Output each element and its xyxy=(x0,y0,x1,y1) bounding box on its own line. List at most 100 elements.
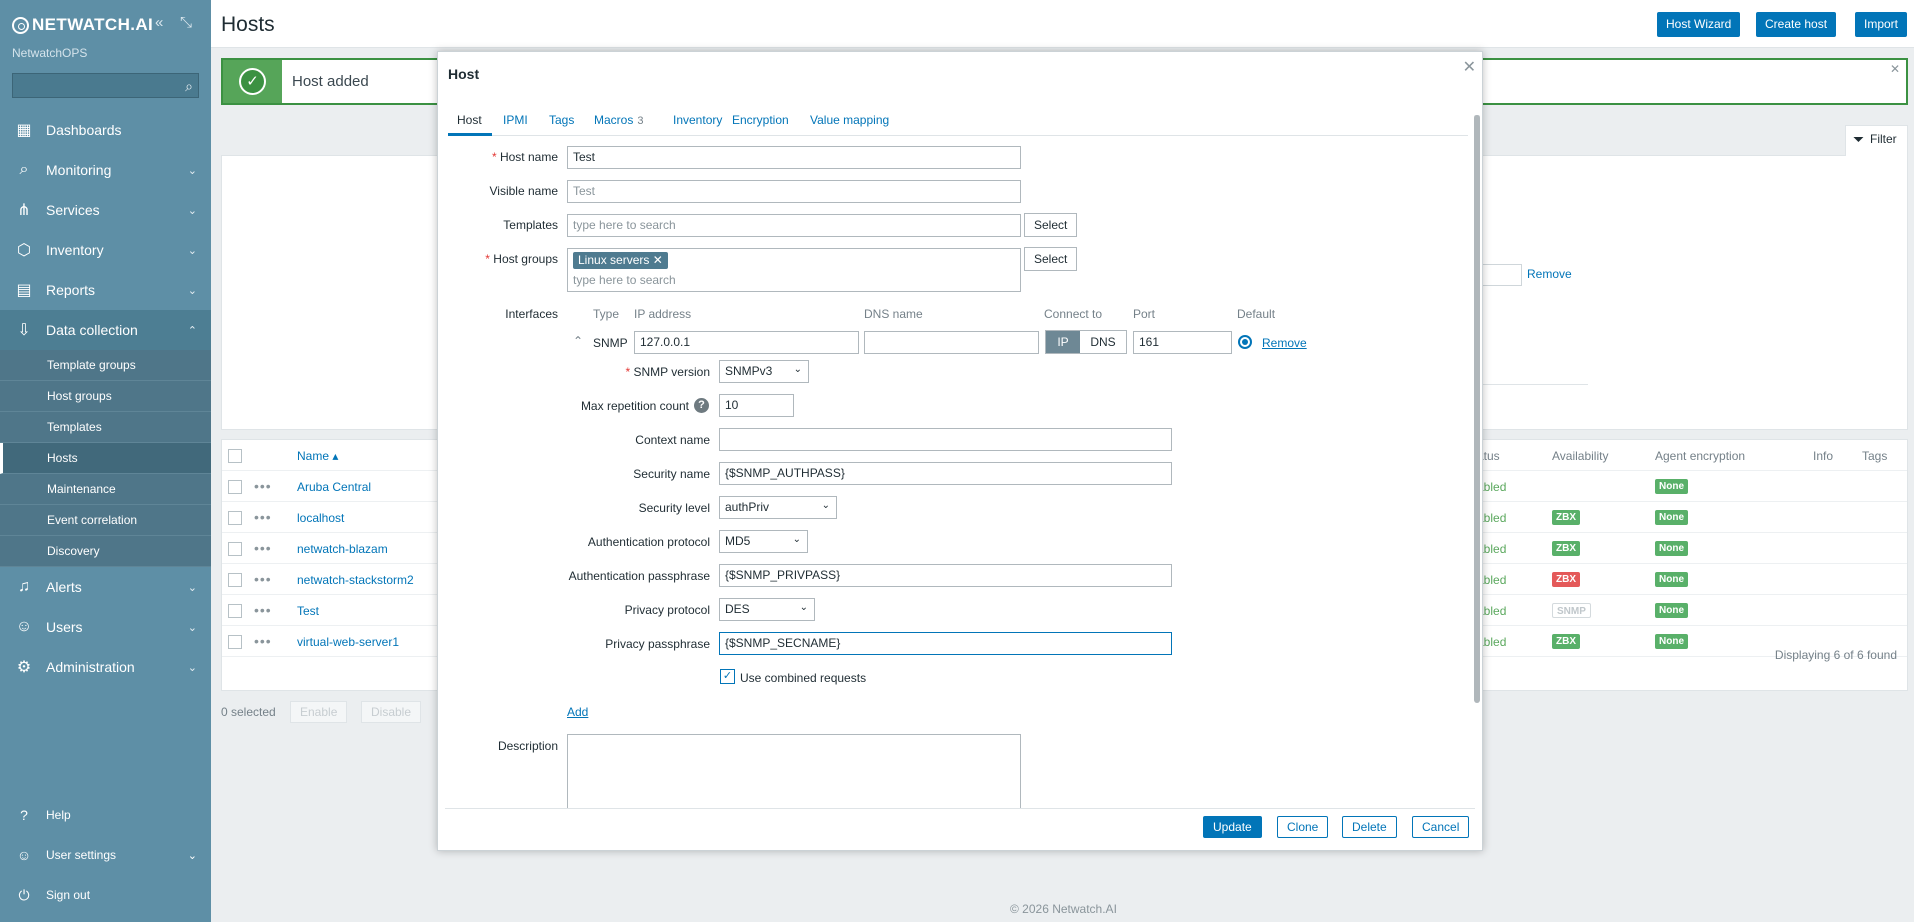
iface-ip-input[interactable]: 127.0.0.1 xyxy=(634,331,859,354)
remove-chip-icon[interactable]: ✕ xyxy=(653,253,663,267)
nav-users[interactable]: ☺ Users ⌄ xyxy=(0,607,211,647)
more-actions-icon[interactable]: ••• xyxy=(254,602,272,618)
security-name-input[interactable]: {$SNMP_AUTHPASS} xyxy=(719,462,1172,485)
sub-hosts[interactable]: Hosts xyxy=(0,443,211,474)
connect-ip-option[interactable]: IP xyxy=(1046,331,1080,353)
auth-passphrase-input[interactable]: {$SNMP_PRIVPASS} xyxy=(719,564,1172,587)
nav-label: Help xyxy=(46,808,71,822)
tab-ipmi[interactable]: IPMI xyxy=(503,113,528,127)
logo[interactable]: NETWATCH.AI xyxy=(12,15,153,35)
enable-button[interactable]: Enable xyxy=(290,701,348,723)
tab-value-mapping[interactable]: Value mapping xyxy=(810,113,889,127)
sub-template-groups[interactable]: Template groups xyxy=(0,350,211,381)
nav-sign-out[interactable]: ⏻ Sign out xyxy=(0,875,211,915)
host-wizard-button[interactable]: Host Wizard xyxy=(1657,12,1741,37)
help-icon[interactable]: ? xyxy=(694,398,709,413)
dialog-scrollbar[interactable] xyxy=(1474,109,1480,703)
more-actions-icon[interactable]: ••• xyxy=(254,509,272,525)
host-name-link[interactable]: localhost xyxy=(297,511,344,525)
disable-button[interactable]: Disable xyxy=(361,701,422,723)
iface-port-input[interactable]: 161 xyxy=(1133,331,1232,354)
nav-help[interactable]: ? Help xyxy=(0,795,211,835)
host-name-link[interactable]: netwatch-stackstorm2 xyxy=(297,573,414,587)
host-groups-select-button[interactable]: Select xyxy=(1024,247,1078,271)
nav-services[interactable]: ⋔ Services ⌄ xyxy=(0,190,211,230)
dashboards-icon: ▦ xyxy=(16,122,32,139)
nav-reports[interactable]: ▤ Reports ⌄ xyxy=(0,270,211,310)
default-interface-radio[interactable] xyxy=(1238,335,1252,349)
update-button[interactable]: Update xyxy=(1203,816,1262,838)
nav-monitoring[interactable]: ⌕ Monitoring ⌄ xyxy=(0,150,211,190)
snmp-version-select[interactable]: SNMPv3 ⌄ xyxy=(719,360,809,383)
clone-button[interactable]: Clone xyxy=(1277,816,1329,838)
templates-search-input[interactable]: type here to search xyxy=(567,214,1021,237)
cancel-button[interactable]: Cancel xyxy=(1412,816,1470,838)
tab-macros[interactable]: Macros 3 xyxy=(594,113,643,127)
auth-protocol-select[interactable]: MD5 ⌄ xyxy=(719,530,808,553)
delete-button[interactable]: Delete xyxy=(1342,816,1397,838)
templates-select-button[interactable]: Select xyxy=(1024,213,1078,237)
sub-host-groups[interactable]: Host groups xyxy=(0,381,211,412)
sub-templates[interactable]: Templates xyxy=(0,412,211,443)
close-icon[interactable]: ✕ xyxy=(1890,62,1900,76)
row-checkbox[interactable] xyxy=(228,604,242,618)
collapse-interface-icon[interactable]: ⌃ xyxy=(573,334,583,348)
collapse-sidebar-icon[interactable]: « xyxy=(155,14,163,31)
close-icon[interactable]: ✕ xyxy=(1463,57,1476,77)
tab-inventory[interactable]: Inventory xyxy=(673,113,722,127)
select-all-checkbox[interactable] xyxy=(228,449,242,463)
filter-remove-link[interactable]: Remove xyxy=(1527,267,1572,281)
add-interface-link[interactable]: Add xyxy=(567,705,588,719)
row-checkbox[interactable] xyxy=(228,573,242,587)
context-name-input[interactable] xyxy=(719,428,1172,451)
privacy-passphrase-input[interactable]: {$SNMP_SECNAME} xyxy=(719,632,1172,655)
row-checkbox[interactable] xyxy=(228,511,242,525)
nav-administration[interactable]: ⚙ Administration ⌄ xyxy=(0,647,211,687)
row-checkbox[interactable] xyxy=(228,480,242,494)
host-name-link[interactable]: Test xyxy=(297,604,319,618)
tab-tags[interactable]: Tags xyxy=(549,113,574,127)
more-actions-icon[interactable]: ••• xyxy=(254,571,272,587)
row-checkbox[interactable] xyxy=(228,635,242,649)
nav-user-settings[interactable]: ☺ User settings ⌄ xyxy=(0,835,211,875)
privacy-protocol-select[interactable]: DES ⌄ xyxy=(719,598,815,621)
more-actions-icon[interactable]: ••• xyxy=(254,633,272,649)
nav-dashboards[interactable]: ▦ Dashboards xyxy=(0,110,211,150)
connect-to-toggle[interactable]: IP DNS xyxy=(1045,330,1127,354)
name-column-header[interactable]: Name ▴ xyxy=(297,449,338,463)
filter-tab[interactable]: ⏷ Filter xyxy=(1845,125,1908,156)
sub-discovery[interactable]: Discovery xyxy=(0,536,211,567)
sub-event-correlation[interactable]: Event correlation xyxy=(0,505,211,536)
iface-type: SNMP xyxy=(593,336,628,350)
sub-maintenance[interactable]: Maintenance xyxy=(0,474,211,505)
remove-interface-link[interactable]: Remove xyxy=(1262,336,1307,350)
visible-name-input[interactable]: Test xyxy=(567,180,1021,203)
row-checkbox[interactable] xyxy=(228,542,242,556)
kiosk-mode-icon[interactable]: ⤡ xyxy=(180,14,192,31)
description-textarea[interactable] xyxy=(567,734,1021,808)
more-actions-icon[interactable]: ••• xyxy=(254,478,272,494)
info-column-header: Info xyxy=(1813,449,1834,463)
import-button[interactable]: Import xyxy=(1855,12,1908,37)
nav-label: Services xyxy=(46,202,100,218)
connect-dns-option[interactable]: DNS xyxy=(1080,331,1126,353)
sidebar-search-input[interactable]: ⌕ xyxy=(12,73,199,98)
nav-alerts[interactable]: ♫ Alerts ⌄ xyxy=(0,567,211,607)
more-actions-icon[interactable]: ••• xyxy=(254,540,272,556)
host-name-link[interactable]: netwatch-blazam xyxy=(297,542,388,556)
nav-data-collection[interactable]: ⇩ Data collection ⌃ xyxy=(0,310,211,350)
host-name-input[interactable]: Test xyxy=(567,146,1021,169)
filter-tag-value-input[interactable] xyxy=(1478,264,1522,286)
combined-requests-checkbox[interactable]: ✓ xyxy=(720,669,735,684)
max-repetition-input[interactable]: 10 xyxy=(719,394,794,417)
tab-encryption[interactable]: Encryption xyxy=(732,113,789,127)
security-level-select[interactable]: authPriv ⌄ xyxy=(719,496,837,519)
host-name-link[interactable]: virtual-web-server1 xyxy=(297,635,399,649)
iface-dns-input[interactable] xyxy=(864,331,1039,354)
nav-inventory[interactable]: ⬡ Inventory ⌄ xyxy=(0,230,211,270)
host-groups-input[interactable]: Linux servers ✕ type here to search xyxy=(567,248,1021,292)
host-name-link[interactable]: Aruba Central xyxy=(297,480,371,494)
create-host-button[interactable]: Create host xyxy=(1756,12,1837,37)
search-icon[interactable]: ⌕ xyxy=(185,78,193,95)
tab-host[interactable]: Host xyxy=(457,113,482,127)
